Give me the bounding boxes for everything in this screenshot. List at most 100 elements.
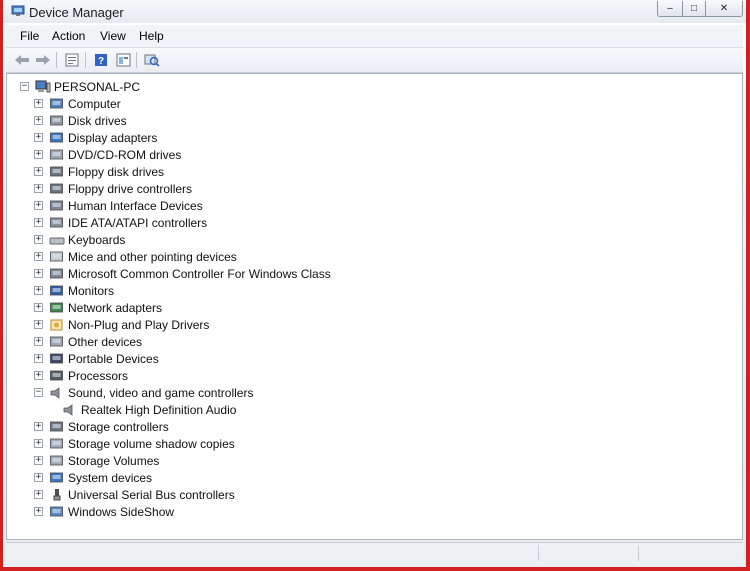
expand-icon[interactable]: + xyxy=(34,269,43,278)
tree-category[interactable]: + Network adapters xyxy=(34,299,162,316)
tree-category[interactable]: + Keyboards xyxy=(34,231,125,248)
expand-icon[interactable]: + xyxy=(34,252,43,261)
expand-icon[interactable]: + xyxy=(34,473,43,482)
expand-icon[interactable]: + xyxy=(34,99,43,108)
mouse-icon xyxy=(50,251,63,261)
help-icon: ? xyxy=(95,53,107,67)
tree-category[interactable]: + Computer xyxy=(34,95,121,112)
network-adapter-icon xyxy=(50,302,63,312)
tree-item-label: Storage volume shadow copies xyxy=(68,436,235,451)
tree-item-label: Storage Volumes xyxy=(68,453,160,468)
tree-child-item[interactable]: Realtek High Definition Audio xyxy=(53,401,236,418)
hid-icon xyxy=(50,200,63,210)
tree-category[interactable]: + Floppy drive controllers xyxy=(34,180,192,197)
view-button[interactable] xyxy=(114,51,132,68)
expand-icon[interactable]: + xyxy=(34,456,43,465)
tree-category[interactable]: + Human Interface Devices xyxy=(34,197,203,214)
tree-item-label: Human Interface Devices xyxy=(68,198,203,213)
tree-category[interactable]: + System devices xyxy=(34,469,152,486)
tree-category[interactable]: + Other devices xyxy=(34,333,142,350)
expand-icon[interactable]: + xyxy=(34,235,43,244)
expand-icon[interactable]: + xyxy=(34,320,43,329)
floppy-drive-icon xyxy=(50,166,63,176)
tree-item-label: Other devices xyxy=(68,334,143,349)
tree-category[interactable]: + Mice and other pointing devices xyxy=(34,248,237,265)
tree-item-label: Monitors xyxy=(68,283,115,298)
tree-category[interactable]: + IDE ATA/ATAPI controllers xyxy=(34,214,207,231)
collapse-icon[interactable]: − xyxy=(20,82,29,91)
help-button[interactable]: ? xyxy=(92,51,110,68)
menu-file[interactable]: File xyxy=(20,29,39,43)
expand-icon[interactable]: + xyxy=(34,371,43,380)
tree-root[interactable]: − PERSONAL-PC xyxy=(20,78,140,95)
computer-root-icon xyxy=(35,80,51,92)
forward-button[interactable] xyxy=(34,51,52,68)
forward-arrow-icon xyxy=(36,54,50,65)
title-bar[interactable]: Device Manager – □ ✕ xyxy=(3,0,746,23)
close-button[interactable]: ✕ xyxy=(705,1,743,17)
properties-button[interactable] xyxy=(63,51,81,68)
expand-icon[interactable]: + xyxy=(34,507,43,516)
tree-category[interactable]: + Non-Plug and Play Drivers xyxy=(34,316,209,333)
tree-category[interactable]: + Storage Volumes xyxy=(34,452,159,469)
controller-icon xyxy=(50,268,63,278)
collapse-icon[interactable]: − xyxy=(34,388,43,397)
tree-category[interactable]: + Display adapters xyxy=(34,129,157,146)
tree-item-label: Network adapters xyxy=(68,300,163,315)
menu-action[interactable]: Action xyxy=(52,29,85,43)
processor-icon xyxy=(50,370,63,380)
tree-item-label: DVD/CD-ROM drives xyxy=(68,147,182,162)
back-button[interactable] xyxy=(13,51,31,68)
device-tree[interactable]: − PERSONAL-PC + Computer + Disk drives + Disp… xyxy=(6,73,743,540)
storage-volume-icon xyxy=(50,455,63,465)
tree-item-label: Sound, video and game controllers xyxy=(68,385,254,400)
keyboard-icon xyxy=(49,237,65,244)
device-manager-icon xyxy=(11,5,25,16)
tree-category[interactable]: + Disk drives xyxy=(34,112,127,129)
expand-icon[interactable]: + xyxy=(34,303,43,312)
expand-icon[interactable]: + xyxy=(34,116,43,125)
expand-icon[interactable]: + xyxy=(34,150,43,159)
tree-category[interactable]: + DVD/CD-ROM drives xyxy=(34,146,181,163)
tree-category[interactable]: + Microsoft Common Controller For Windows… xyxy=(34,265,331,282)
scan-hardware-button[interactable] xyxy=(143,51,161,68)
expand-icon[interactable]: + xyxy=(34,133,43,142)
toolbar-separator xyxy=(56,52,57,68)
tree-category[interactable]: + Portable Devices xyxy=(34,350,159,367)
tree-category[interactable]: + Universal Serial Bus controllers xyxy=(34,486,235,503)
tree-item-label: Realtek High Definition Audio xyxy=(81,402,237,417)
scan-hardware-icon xyxy=(144,54,160,67)
minimize-button[interactable]: – xyxy=(657,1,683,17)
menu-help[interactable]: Help xyxy=(139,29,164,43)
maximize-button[interactable]: □ xyxy=(682,1,706,17)
portable-device-icon xyxy=(50,353,63,363)
menu-bar: File Action View Help xyxy=(6,25,743,48)
tree-category[interactable]: − Sound, video and game controllers xyxy=(34,384,253,401)
device-manager-window: Device Manager – □ ✕ File Action View He… xyxy=(3,0,746,567)
tree-category[interactable]: + Monitors xyxy=(34,282,114,299)
toolbar-separator xyxy=(85,52,86,68)
expand-icon[interactable]: + xyxy=(34,354,43,363)
expand-icon[interactable]: + xyxy=(34,439,43,448)
menu-view[interactable]: View xyxy=(100,29,126,43)
sideshow-icon xyxy=(50,506,63,516)
storage-controller-icon xyxy=(50,421,63,431)
tree-category[interactable]: + Windows SideShow xyxy=(34,503,174,520)
tree-category[interactable]: + Floppy disk drives xyxy=(34,163,164,180)
expand-icon[interactable]: + xyxy=(34,184,43,193)
expand-icon[interactable]: + xyxy=(34,422,43,431)
tree-item-label: Portable Devices xyxy=(68,351,159,366)
expand-icon[interactable]: + xyxy=(34,218,43,227)
expand-icon[interactable]: + xyxy=(34,286,43,295)
tree-category[interactable]: + Storage controllers xyxy=(34,418,169,435)
status-bar xyxy=(6,542,743,564)
toolbar-separator xyxy=(136,52,137,68)
tree-category[interactable]: + Processors xyxy=(34,367,128,384)
expand-icon[interactable]: + xyxy=(34,167,43,176)
tree-category[interactable]: + Storage volume shadow copies xyxy=(34,435,235,452)
tree-item-label: Keyboards xyxy=(68,232,126,247)
expand-icon[interactable]: + xyxy=(34,337,43,346)
expand-icon[interactable]: + xyxy=(34,201,43,210)
back-arrow-icon xyxy=(15,54,29,65)
expand-icon[interactable]: + xyxy=(34,490,43,499)
